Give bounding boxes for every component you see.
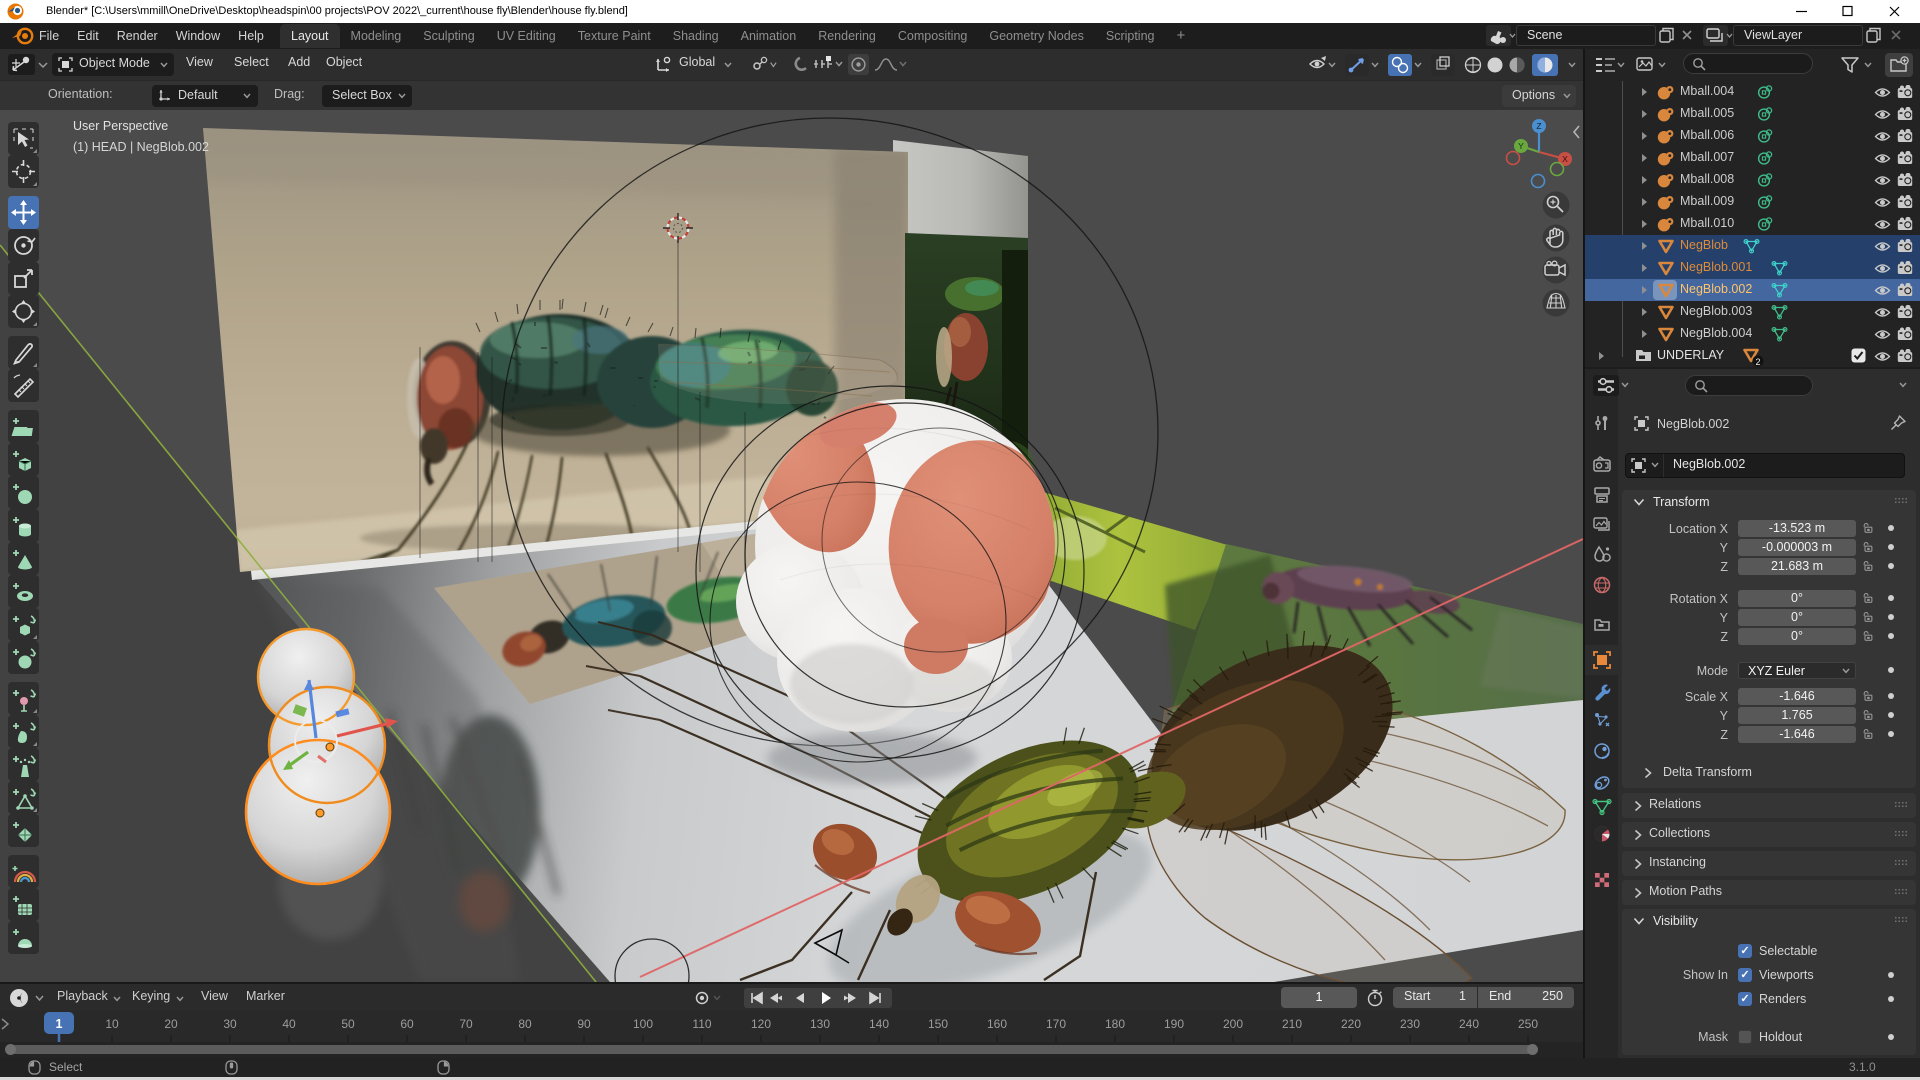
svg-text:(1) HEAD | NegBlob.002: (1) HEAD | NegBlob.002 xyxy=(73,140,209,154)
svg-text:120: 120 xyxy=(751,1017,771,1031)
svg-text:2: 2 xyxy=(1755,357,1760,367)
svg-text:110: 110 xyxy=(692,1017,711,1031)
svg-text:User Perspective: User Perspective xyxy=(73,119,168,133)
svg-text:20: 20 xyxy=(164,1017,178,1031)
svg-text:100: 100 xyxy=(633,1017,653,1031)
svg-text:X: X xyxy=(1562,154,1568,164)
svg-text:140: 140 xyxy=(869,1017,889,1031)
svg-text:130: 130 xyxy=(810,1017,830,1031)
svg-text:30: 30 xyxy=(223,1017,237,1031)
svg-text:80: 80 xyxy=(518,1017,532,1031)
svg-text:90: 90 xyxy=(577,1017,591,1031)
svg-text:70: 70 xyxy=(459,1017,473,1031)
svg-text:160: 160 xyxy=(987,1017,1007,1031)
svg-text:Z: Z xyxy=(1536,121,1541,131)
svg-text:Y: Y xyxy=(1518,141,1524,151)
svg-text:50: 50 xyxy=(341,1017,355,1031)
svg-text:60: 60 xyxy=(400,1017,414,1031)
svg-text:150: 150 xyxy=(928,1017,948,1031)
svg-text:190: 190 xyxy=(1164,1017,1184,1031)
svg-text:200: 200 xyxy=(1223,1017,1243,1031)
svg-text:210: 210 xyxy=(1282,1017,1302,1031)
svg-text:10: 10 xyxy=(105,1017,119,1031)
svg-text:220: 220 xyxy=(1341,1017,1361,1031)
svg-text:180: 180 xyxy=(1105,1017,1125,1031)
svg-text:230: 230 xyxy=(1400,1017,1420,1031)
svg-text:40: 40 xyxy=(282,1017,296,1031)
svg-text:240: 240 xyxy=(1459,1017,1479,1031)
svg-text:170: 170 xyxy=(1046,1017,1066,1031)
svg-text:1: 1 xyxy=(56,1017,63,1031)
svg-text:250: 250 xyxy=(1518,1017,1538,1031)
